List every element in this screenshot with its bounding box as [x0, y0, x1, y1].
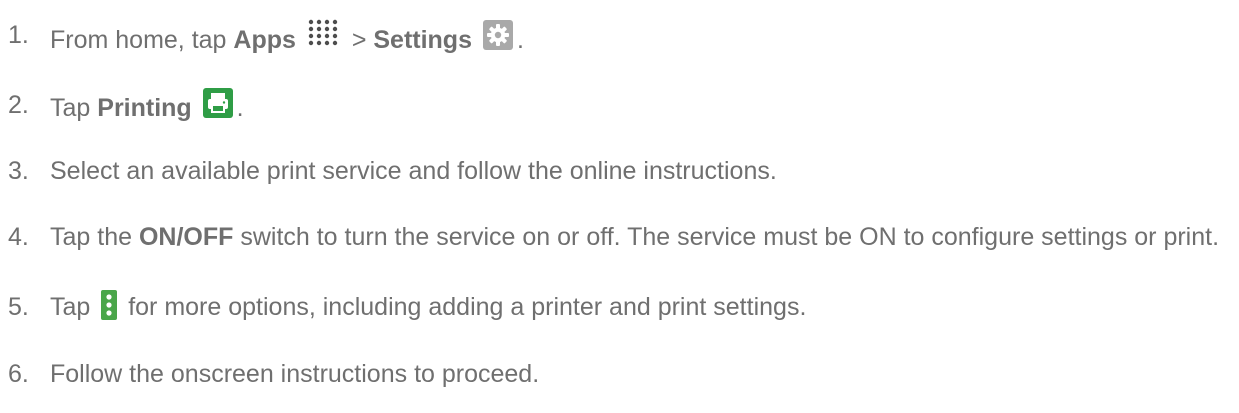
step-text: From home, tap Apps > Settings .	[50, 18, 1230, 57]
step-number: 6.	[8, 360, 29, 388]
step-text: Follow the onscreen instructions to proc…	[50, 360, 540, 388]
step-text: Select an available print service and fo…	[50, 157, 777, 185]
printing-icon	[202, 88, 233, 118]
on-off-label: ON/OFF	[138, 223, 234, 251]
step-number: 5.	[8, 293, 29, 321]
settings-gear-icon	[482, 20, 513, 50]
step-1: 1. From home, tap Apps > Settings .	[8, 18, 1230, 57]
step-number: 4.	[8, 223, 29, 251]
apps-grid-icon	[307, 18, 341, 46]
step-text: Tap for more options, including adding a…	[50, 290, 1230, 324]
step-text: Tap the ON/OFF switch to turn the servic…	[50, 223, 1220, 251]
step-6: 6. Follow the onscreen instructions to p…	[8, 357, 1230, 391]
more-options-icon	[101, 290, 118, 320]
step-2: 2. Tap Printing .	[8, 88, 1230, 125]
step-number: 2.	[8, 91, 29, 119]
instruction-steps: 1. From home, tap Apps > Settings . 2. T…	[0, 0, 1239, 413]
step-number: 3.	[8, 157, 29, 185]
step-number: 1.	[8, 21, 29, 49]
printing-label: Printing	[97, 94, 192, 122]
settings-label: Settings	[373, 26, 472, 54]
step-text: Tap Printing .	[50, 88, 1230, 125]
step-5: 5. Tap for more options, including addin…	[8, 290, 1230, 324]
step-4: 4. Tap the ON/OFF switch to turn the ser…	[8, 220, 1239, 254]
apps-label: Apps	[233, 26, 296, 54]
step-3: 3. Select an available print service and…	[8, 154, 1230, 188]
